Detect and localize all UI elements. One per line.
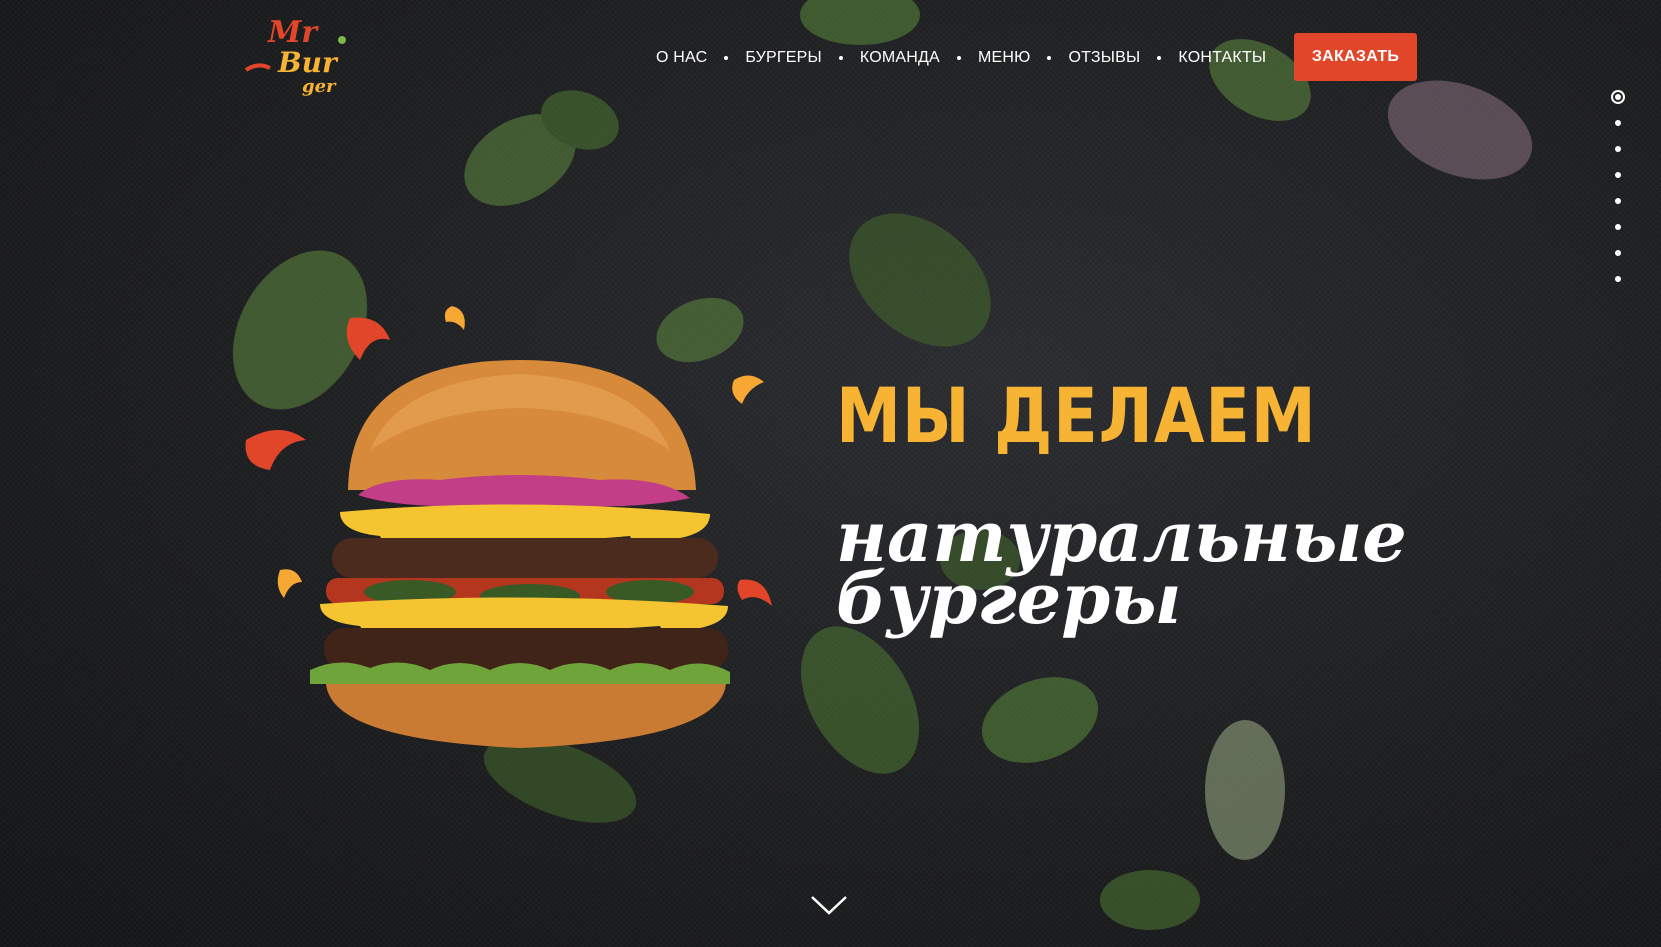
svg-text:ger: ger bbox=[302, 76, 337, 97]
nav-item-burgers[interactable]: БУРГЕРЫ bbox=[745, 49, 822, 67]
order-button[interactable]: ЗАКАЗАТЬ bbox=[1294, 33, 1417, 81]
section-dot-3[interactable] bbox=[1615, 146, 1621, 152]
main-nav: О НАС БУРГЕРЫ КОМАНДА МЕНЮ ОТЗЫВЫ КОНТАК… bbox=[656, 44, 1266, 72]
section-dot-4[interactable] bbox=[1615, 172, 1621, 178]
hero-subheadline: натуральные бургеры bbox=[836, 502, 1407, 634]
section-dot-1[interactable] bbox=[1611, 90, 1625, 104]
section-dot-5[interactable] bbox=[1615, 198, 1621, 204]
svg-text:Mr: Mr bbox=[267, 15, 319, 50]
nav-separator bbox=[1157, 56, 1162, 60]
brand-logo[interactable]: Mr Bur ger bbox=[244, 10, 356, 98]
chevron-down-icon[interactable] bbox=[810, 893, 848, 917]
section-dot-2[interactable] bbox=[1615, 120, 1621, 126]
svg-text:Bur: Bur bbox=[277, 46, 339, 79]
nav-separator bbox=[838, 56, 843, 60]
section-dots-nav bbox=[1608, 90, 1628, 302]
burger-image bbox=[245, 306, 772, 748]
section-dot-6[interactable] bbox=[1615, 224, 1621, 230]
section-dot-8[interactable] bbox=[1615, 276, 1621, 282]
nav-item-reviews[interactable]: ОТЗЫВЫ bbox=[1068, 49, 1140, 67]
hero-headline: МЫ ДЕЛАЕМ bbox=[836, 371, 1317, 460]
nav-item-contacts[interactable]: КОНТАКТЫ bbox=[1178, 49, 1266, 67]
nav-separator bbox=[956, 56, 961, 60]
section-dot-7[interactable] bbox=[1615, 250, 1621, 256]
nav-item-team[interactable]: КОМАНДА bbox=[860, 49, 940, 67]
nav-separator bbox=[1047, 56, 1052, 60]
hero-section: Mr Bur ger О НАС БУРГЕРЫ КОМАНДА МЕНЮ ОТ… bbox=[0, 0, 1661, 947]
nav-item-about[interactable]: О НАС bbox=[656, 49, 707, 67]
nav-item-menu[interactable]: МЕНЮ bbox=[978, 49, 1031, 67]
nav-separator bbox=[724, 56, 729, 60]
